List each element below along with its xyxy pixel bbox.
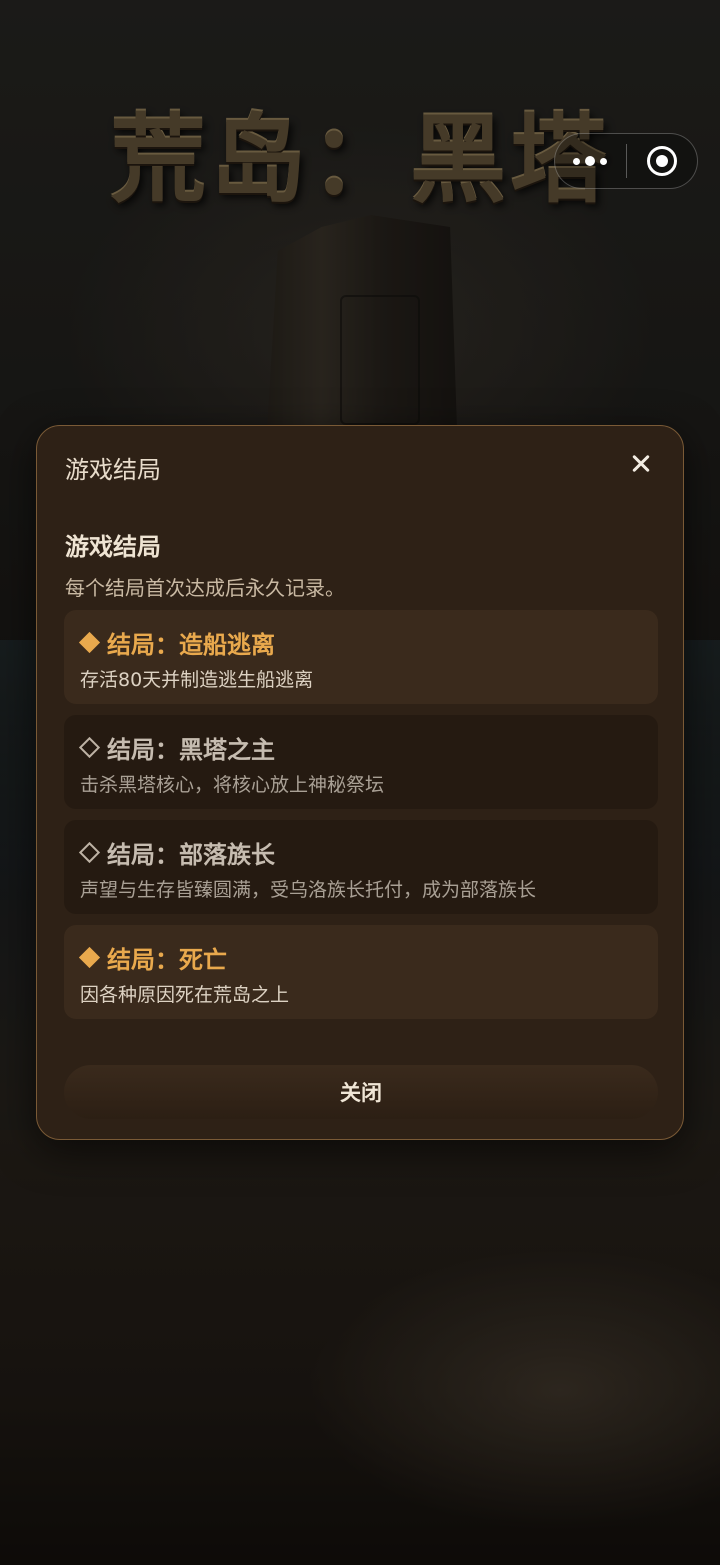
outline-diamond-icon: [78, 841, 101, 863]
modal-title: 游戏结局: [65, 456, 161, 484]
ending-name: 结局：死亡: [107, 945, 227, 974]
close-button[interactable]: 关闭: [64, 1065, 658, 1119]
miniprogram-capsule: [554, 133, 698, 189]
ending-card: 结局：黑塔之主 击杀黑塔核心，将核心放上神秘祭坛: [64, 715, 658, 809]
ending-name: 结局：部落族长: [107, 840, 275, 869]
ending-card: 结局：造船逃离 存活80天并制造逃生船逃离: [64, 610, 658, 704]
ending-name: 结局：黑塔之主: [107, 735, 275, 764]
outline-diamond-icon: [78, 736, 101, 758]
ending-description: 击杀黑塔核心，将核心放上神秘祭坛: [80, 774, 385, 796]
ending-name: 结局：造船逃离: [107, 630, 275, 659]
close-x-icon[interactable]: [627, 450, 655, 478]
ending-description: 声望与生存皆臻圆满，受乌洛族长托付，成为部落族长: [80, 879, 537, 901]
ending-card: 结局：部落族长 声望与生存皆臻圆满，受乌洛族长托付，成为部落族长: [64, 820, 658, 914]
target-circle-icon: [646, 146, 677, 176]
more-button[interactable]: [555, 134, 626, 188]
ending-description: 存活80天并制造逃生船逃离: [80, 669, 314, 691]
filled-diamond-icon: [78, 946, 101, 968]
exit-button[interactable]: [627, 134, 698, 188]
more-dots-icon: [573, 156, 608, 166]
section-heading: 游戏结局: [65, 533, 161, 561]
endings-modal: 游戏结局 游戏结局 每个结局首次达成后永久记录。 结局：造船逃离 存活80天并制…: [36, 425, 684, 1140]
section-description: 每个结局首次达成后永久记录。: [65, 576, 345, 600]
screen: 荒岛：黑塔 游戏结局 游戏结局 每个结局首次达成后永久记录。 结局：造船逃离 存…: [0, 0, 720, 1565]
endings-list: 结局：造船逃离 存活80天并制造逃生船逃离 结局：黑塔之主 击杀黑塔核心，将核心…: [64, 610, 658, 1030]
ending-description: 因各种原因死在荒岛之上: [80, 984, 290, 1006]
ending-card: 结局：死亡 因各种原因死在荒岛之上: [64, 925, 658, 1019]
filled-diamond-icon: [78, 631, 101, 653]
